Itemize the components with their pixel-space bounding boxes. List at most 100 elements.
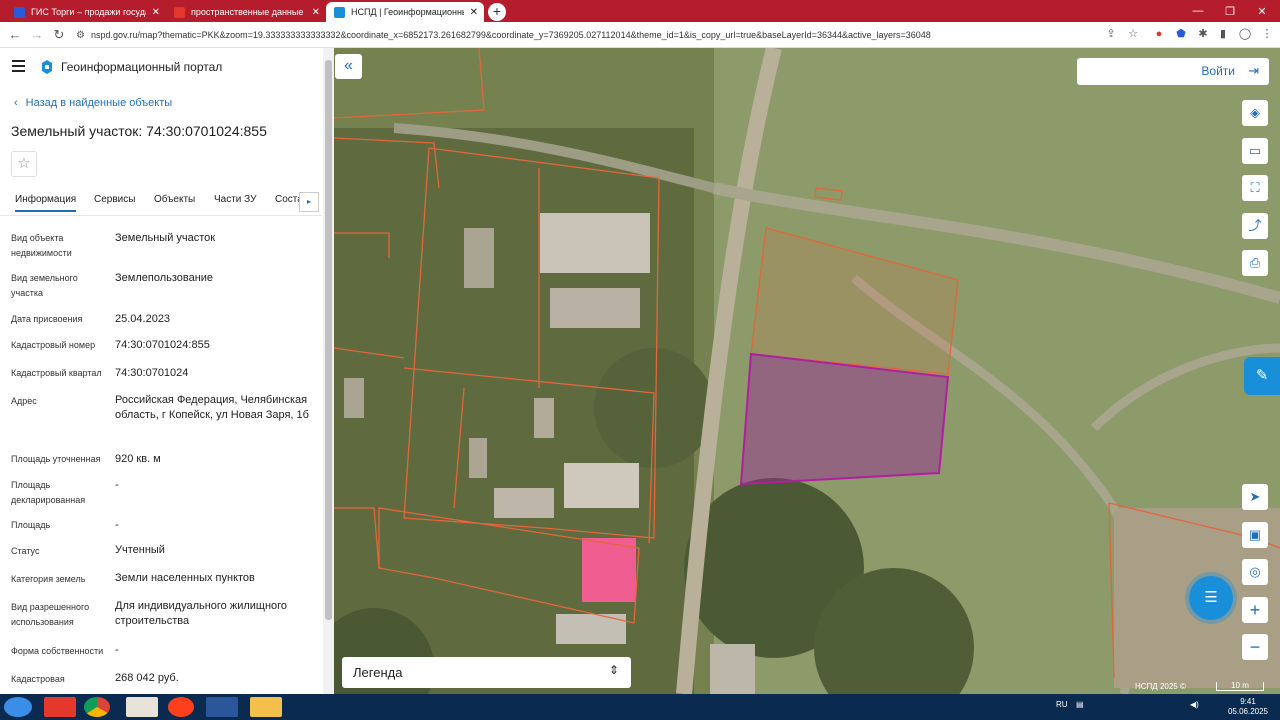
page-title: Земельный участок: 74:30:0701024:855 [11, 123, 267, 139]
tabs-scroll-right-icon[interactable]: ▸ [299, 192, 319, 212]
share-icon[interactable]: ⤴ [1242, 213, 1268, 239]
menu-burger-icon[interactable] [12, 60, 25, 75]
panel-scrollbar-thumb[interactable] [325, 60, 332, 620]
collapse-panel-icon[interactable]: « [335, 54, 362, 79]
maximize-icon[interactable]: ❐ [1214, 0, 1246, 22]
share-page-icon[interactable]: ⇪ [1104, 27, 1118, 41]
minimize-icon[interactable]: — [1182, 0, 1214, 22]
close-icon[interactable]: ✕ [312, 7, 320, 18]
back-to-results-link[interactable]: ‹ Назад в найденные объекты [14, 97, 172, 109]
system-clock[interactable]: 9:41 05.06.2025 [1226, 697, 1270, 717]
side-panel-icon[interactable]: ▮ [1216, 27, 1230, 41]
field-label: Кадастровая [11, 674, 65, 684]
field-value: Землепользование [115, 272, 214, 284]
minimap-icon[interactable]: ▣ [1242, 522, 1268, 548]
browser-tab-1[interactable]: ГИС Торги – продажи государст ✕ [6, 2, 166, 22]
nspd-favicon-icon [334, 6, 345, 18]
yandex-extension-icon[interactable]: ● [1152, 27, 1166, 41]
select-area-icon[interactable]: ⛶ [1242, 175, 1268, 201]
close-icon[interactable]: ✕ [152, 7, 160, 18]
portal-logo-icon [42, 60, 52, 74]
field-label: Площадь декларированная [11, 480, 86, 505]
tab-information[interactable]: Информация [15, 194, 77, 212]
layers-icon[interactable]: ◈ [1242, 100, 1268, 126]
gis-torgi-favicon-icon [14, 6, 25, 18]
windows-start-icon[interactable] [4, 697, 32, 717]
field-label: Площадь уточненная [11, 454, 101, 464]
close-window-icon[interactable]: ✕ [1246, 0, 1278, 22]
yandex-favicon-icon [174, 6, 185, 18]
map-copyright: НСПД 2025 © [1135, 682, 1186, 691]
field-label: Форма собственности [11, 646, 104, 656]
favorite-star-icon[interactable]: ☆ [11, 151, 37, 177]
yandex-icon[interactable] [168, 697, 194, 717]
login-button[interactable]: Войти [1201, 64, 1235, 78]
word-icon[interactable] [206, 697, 238, 717]
zoom-out-icon[interactable]: − [1242, 634, 1268, 660]
tray-network-icon[interactable]: ▤ [1076, 700, 1084, 709]
panel-scrollbar[interactable] [323, 48, 334, 694]
browser-tab-2[interactable]: пространственные данные рос ✕ [166, 2, 326, 22]
field-label: Адрес [11, 396, 37, 406]
browser-tab-title: ГИС Торги – продажи государст [31, 7, 146, 17]
clock-date: 05.06.2025 [1227, 707, 1269, 716]
map-view[interactable]: « Войти ⇥ ◈ ▭ ⛶ ⤴ ⎙ ✎ ➤ ▣ ◎ + − ☰ Легенд… [334, 48, 1280, 694]
tab-objects[interactable]: Объекты [154, 194, 195, 205]
zoom-in-icon[interactable]: + [1242, 597, 1268, 623]
yandex-browser-icon[interactable] [44, 697, 76, 717]
tab-composition[interactable]: Состав [275, 194, 299, 205]
field-value: 74:30:0701024 [115, 367, 189, 379]
new-tab-plus-icon[interactable]: + [488, 3, 506, 21]
profile-avatar-icon[interactable]: ◯ [1238, 27, 1252, 41]
print-icon[interactable]: ⎙ [1242, 250, 1268, 276]
geolocation-icon[interactable]: ◎ [1242, 559, 1268, 585]
field-value: Учтенный [115, 544, 165, 556]
field-value: - [115, 519, 119, 531]
tray-volume-icon[interactable]: ◀) [1190, 700, 1199, 709]
field-value: Для индивидуального жилищного строительс… [115, 600, 288, 627]
reload-icon[interactable]: ↻ [50, 26, 68, 44]
site-info-icon[interactable]: ⚙ [76, 30, 85, 41]
login-bar[interactable]: Войти ⇥ [1077, 58, 1269, 85]
browser-tab-title: пространственные данные рос [191, 7, 306, 17]
browser-menu-icon[interactable]: ⋮ [1260, 27, 1274, 41]
field-label: Кадастровый номер [11, 340, 96, 350]
java-app-icon[interactable] [126, 697, 158, 717]
tab-parcel-parts[interactable]: Части ЗУ [214, 194, 256, 205]
shield-extension-icon[interactable]: ⬟ [1174, 27, 1188, 41]
back-arrow-icon[interactable]: ← [6, 26, 24, 44]
keyboard-language[interactable]: RU [1056, 700, 1068, 709]
field-label: Вид объекта недвижимости [11, 233, 72, 258]
field-value: 25.04.2023 [115, 313, 171, 325]
field-label: Площадь [11, 520, 51, 530]
field-label: Вид разрешенного использования [11, 602, 90, 627]
file-explorer-icon[interactable] [250, 697, 282, 717]
selected-parcel[interactable] [739, 352, 950, 486]
clock-time: 9:41 [1240, 697, 1256, 706]
extensions-puzzle-icon[interactable]: ✱ [1196, 27, 1210, 41]
url-field[interactable]: ⚙ nspd.gov.ru/map?thematic=PKK&zoom=19.3… [76, 24, 1096, 46]
close-icon[interactable]: ✕ [470, 7, 478, 18]
chat-icon[interactable]: ☰ [1189, 576, 1233, 620]
chrome-icon[interactable] [84, 697, 110, 717]
browser-tab-3[interactable]: НСПД | Геоинформационный п ✕ [326, 2, 484, 22]
windows-taskbar: RU ▤ ◀) 9:41 05.06.2025 [0, 694, 1280, 720]
browser-tabstrip: ГИС Торги – продажи государст ✕ простран… [0, 0, 1280, 22]
field-label: Категория земель [11, 574, 86, 584]
bookmark-star-icon[interactable]: ☆ [1126, 27, 1140, 41]
field-value: 74:30:0701024:855 [115, 339, 210, 351]
back-link-label: Назад в найденные объекты [25, 97, 173, 109]
ruler-measure-icon[interactable]: ▭ [1242, 138, 1268, 164]
legend-dropdown[interactable]: Легенда ⇕ [342, 657, 631, 688]
satellite-map-image [334, 48, 1280, 694]
field-value: Российская Федерация, Челябинская област… [115, 394, 309, 421]
map-scale-bar: 10 m [1216, 682, 1264, 691]
tab-services[interactable]: Сервисы [94, 194, 135, 205]
highlight-building [582, 538, 636, 602]
portal-title: Геоинформационный портал [61, 60, 223, 74]
field-value: 920 кв. м [115, 453, 161, 465]
assistant-side-icon[interactable]: ✎ [1244, 357, 1280, 395]
login-arrow-icon: ⇥ [1248, 63, 1259, 78]
forward-arrow-icon[interactable]: → [28, 26, 46, 44]
locate-arrow-icon[interactable]: ➤ [1242, 484, 1268, 510]
